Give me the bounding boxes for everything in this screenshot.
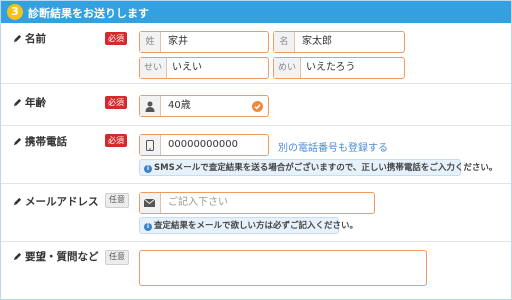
info-icon: i (144, 165, 152, 173)
phone-note: i SMSメールで査定結果を送る場合がございますので、正しい携帯電話をご入力くださ… (139, 159, 497, 176)
pencil-icon (13, 137, 22, 146)
required-badge: 必須 (105, 96, 127, 109)
phone-row: 携帯電話 必須 00000000000 別の電話番号も登録する i SMSメールで… (1, 126, 511, 184)
last-name-prefix: 姓 (140, 32, 161, 52)
last-name-value: 家井 (168, 36, 188, 47)
person-icon (140, 96, 161, 116)
last-name-kana-prefix: せい (140, 58, 167, 78)
last-name-field[interactable]: 姓 家井 (139, 31, 269, 53)
form-section: 3 診断結果をお送りします 名前 必須 姓 家井 名 家太郎 せい いえい めい… (0, 0, 512, 300)
email-row: メールアドレス 任意 ご記入下さい i 査定結果をメールで欲しい方は必ずご記入くだ… (1, 184, 511, 242)
first-name-kana-prefix: めい (274, 58, 301, 78)
last-name-kana-field[interactable]: せい いえい (139, 57, 269, 79)
pencil-icon (13, 197, 22, 206)
request-row: 要望・質問など 任意 (1, 242, 511, 299)
email-placeholder: ご記入下さい (168, 197, 228, 208)
check-icon (252, 101, 263, 112)
first-name-kana-field[interactable]: めい いえたろう (273, 57, 405, 79)
info-icon: i (144, 223, 152, 231)
phone-label: 携帯電話 (13, 134, 67, 149)
name-row: 名前 必須 姓 家井 名 家太郎 せい いえい めい いえたろう (1, 23, 511, 84)
phone-value: 00000000000 (168, 139, 238, 150)
first-name-field[interactable]: 名 家太郎 (273, 31, 405, 53)
age-label: 年齢 (13, 95, 46, 110)
request-label: 要望・質問など (13, 249, 99, 264)
envelope-icon (140, 193, 161, 213)
age-value: 40歳 (168, 100, 191, 111)
age-select[interactable]: 40歳 (139, 95, 269, 117)
pencil-icon (13, 252, 22, 261)
optional-badge: 任意 (105, 250, 129, 265)
first-name-kana-value: いえたろう (306, 62, 356, 73)
add-phone-link[interactable]: 別の電話番号も登録する (278, 139, 388, 154)
required-badge: 必須 (105, 32, 127, 45)
mobile-icon (140, 135, 161, 155)
optional-badge: 任意 (105, 193, 129, 208)
pencil-icon (13, 98, 22, 107)
first-name-prefix: 名 (274, 32, 295, 52)
first-name-value: 家太郎 (302, 36, 332, 47)
age-row: 年齢 必須 40歳 (1, 84, 511, 126)
email-input[interactable]: ご記入下さい (139, 192, 375, 214)
last-name-kana-value: いえい (172, 62, 202, 73)
section-header: 3 診断結果をお送りします (1, 1, 511, 23)
phone-input[interactable]: 00000000000 (139, 134, 269, 156)
email-note: i 査定結果をメールで欲しい方は必ずご記入ください。 (139, 217, 358, 234)
required-badge: 必須 (105, 134, 127, 147)
request-textarea[interactable] (139, 250, 427, 286)
pencil-icon (13, 34, 22, 43)
step-number: 3 (7, 4, 23, 20)
name-label: 名前 (13, 31, 46, 46)
email-label: メールアドレス (13, 194, 99, 209)
section-title: 診断結果をお送りします (28, 7, 149, 20)
